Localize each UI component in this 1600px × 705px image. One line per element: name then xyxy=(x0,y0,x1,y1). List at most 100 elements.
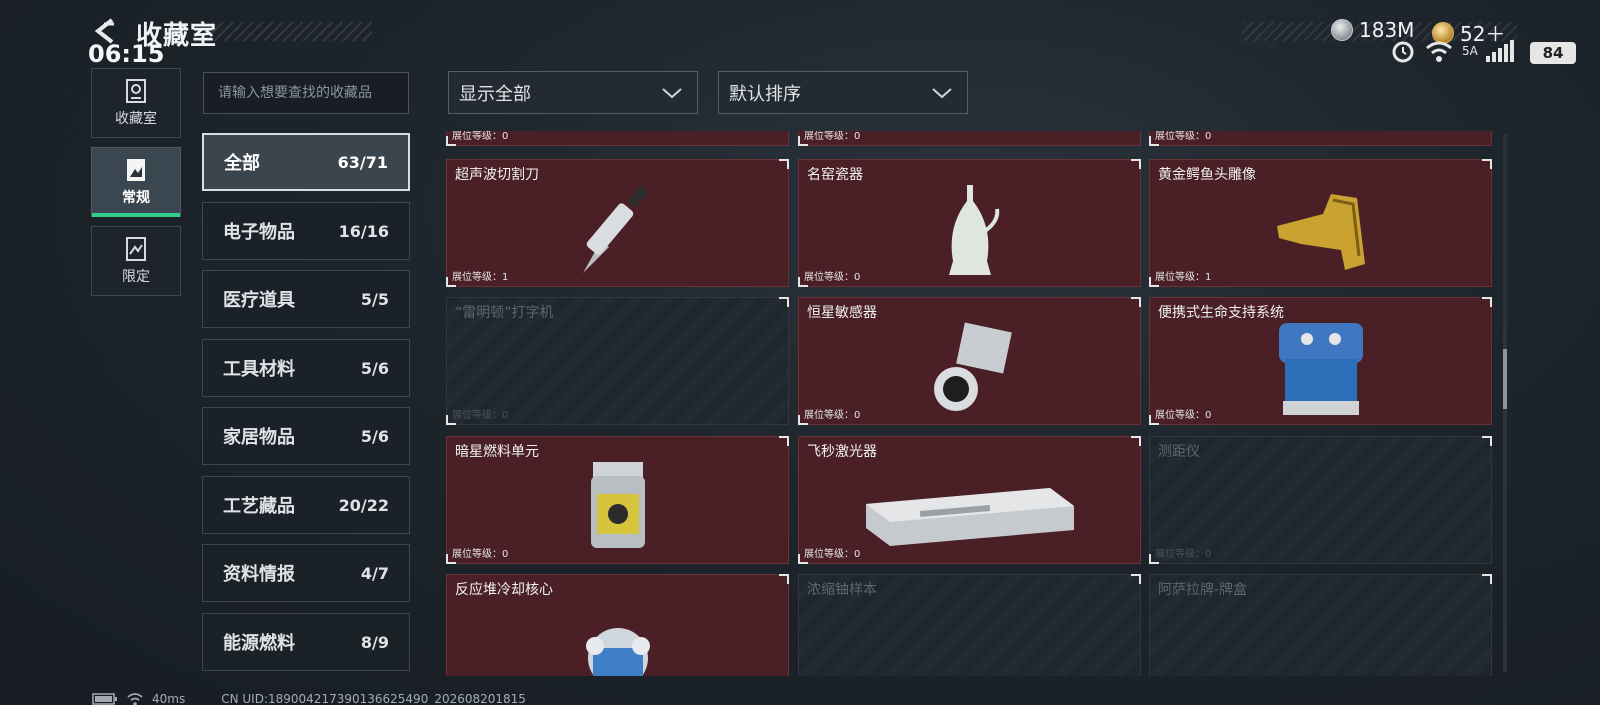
category-name: 资料情报 xyxy=(223,564,295,585)
category-name: 全部 xyxy=(224,153,260,174)
ping-value: 40ms xyxy=(152,692,186,705)
category-count: 20/22 xyxy=(338,495,389,515)
category-count: 8/9 xyxy=(360,632,389,652)
booth-level: 展位等级：0 xyxy=(1155,410,1212,421)
rail-label: 常规 xyxy=(122,190,150,206)
porcelain-vase-icon xyxy=(948,184,999,275)
normal-collection-icon xyxy=(127,159,145,181)
item-name: 名窑瓷器 xyxy=(807,167,863,183)
item-name: 便携式生命支持系统 xyxy=(1158,305,1284,321)
rail-normal[interactable]: 常规 xyxy=(91,147,181,217)
wifi-icon xyxy=(1426,41,1452,62)
ultrasonic-knife-icon xyxy=(582,185,648,273)
item-name: 飞秒激光器 xyxy=(807,444,877,460)
booth-level: 展位等级：0 xyxy=(1155,131,1212,142)
booth-level: 展位等级：0 xyxy=(452,131,509,142)
silver-coin-icon xyxy=(1331,19,1353,41)
collection-card[interactable]: 阿萨拉牌-牌盒 xyxy=(1149,574,1492,676)
collection-grid: 展位等级：0 展位等级：0 展位等级：0 超声波切割刀 展位等级：1 名窑瓷器 … xyxy=(446,131,1494,676)
booth-level: 展位等级：1 xyxy=(1155,272,1212,283)
category-household[interactable]: 家居物品 5/6 xyxy=(202,407,410,465)
category-name: 工具材料 xyxy=(223,359,295,380)
golden-crocodile-statue-icon xyxy=(1276,193,1365,270)
category-name: 工艺藏品 xyxy=(223,496,295,517)
booth-level: 展位等级：0 xyxy=(804,410,861,421)
collection-card[interactable]: 展位等级：0 xyxy=(798,131,1141,146)
item-name: 浓缩铀样本 xyxy=(807,582,877,598)
item-name: 恒星敏感器 xyxy=(807,305,877,321)
rail-collection-room[interactable]: 收藏室 xyxy=(91,68,181,138)
system-status: 5A xyxy=(1390,38,1514,64)
category-count: 16/16 xyxy=(338,221,389,241)
alarm-icon xyxy=(1392,41,1414,63)
collection-card[interactable]: 反应堆冷却核心 xyxy=(446,574,789,676)
battery-indicator: 84 xyxy=(1530,42,1576,64)
category-tools[interactable]: 工具材料 5/6 xyxy=(202,339,410,397)
collection-card[interactable]: 展位等级：0 xyxy=(1149,131,1492,146)
femtosecond-laser-icon xyxy=(865,487,1074,546)
category-name: 家居物品 xyxy=(223,427,295,448)
show-filter-dropdown[interactable]: 显示全部 xyxy=(448,71,698,114)
booth-level: 展位等级：0 xyxy=(452,410,509,421)
battery-icon xyxy=(92,693,117,705)
collection-card[interactable]: 黄金鳄鱼头雕像 展位等级：1 xyxy=(1149,159,1492,287)
category-name: 电子物品 xyxy=(223,222,295,243)
item-name: 阿萨拉牌-牌盒 xyxy=(1158,582,1248,598)
limited-collection-icon xyxy=(126,237,146,261)
collection-room-icon xyxy=(126,79,146,103)
footer-status: 40ms CN UID:189004217390136625490_202608… xyxy=(92,692,526,705)
category-count: 5/5 xyxy=(360,289,389,309)
booth-level: 展位等级：1 xyxy=(452,272,509,283)
collection-card[interactable]: “雷明顿”打字机 展位等级：0 xyxy=(446,297,789,425)
wifi-icon xyxy=(127,693,143,705)
category-count: 63/71 xyxy=(337,152,388,172)
booth-level: 展位等级：0 xyxy=(804,272,861,283)
item-name: 超声波切割刀 xyxy=(455,167,539,183)
dropdown-value: 显示全部 xyxy=(459,83,531,105)
system-clock: 06:15 xyxy=(88,40,165,68)
category-all[interactable]: 全部 63/71 xyxy=(202,133,410,191)
collection-card[interactable]: 浓缩铀样本 xyxy=(798,574,1141,676)
category-name: 能源燃料 xyxy=(223,633,295,654)
category-crafts[interactable]: 工艺藏品 20/22 xyxy=(202,476,410,534)
rail-label: 限定 xyxy=(122,269,150,285)
collection-card[interactable]: 恒星敏感器 展位等级：0 xyxy=(798,297,1141,425)
item-name: 反应堆冷却核心 xyxy=(455,582,553,598)
dropdown-value: 默认排序 xyxy=(729,83,801,105)
booth-level: 展位等级：0 xyxy=(452,549,509,560)
booth-level: 展位等级：0 xyxy=(804,131,861,142)
category-medical[interactable]: 医疗道具 5/5 xyxy=(202,270,410,328)
collection-card[interactable]: 飞秒激光器 展位等级：0 xyxy=(798,436,1141,564)
grid-scrollbar[interactable] xyxy=(1503,134,1507,672)
title-decoration xyxy=(212,22,372,41)
rail-limited[interactable]: 限定 xyxy=(91,226,181,296)
sort-dropdown[interactable]: 默认排序 xyxy=(718,71,968,114)
life-support-system-icon xyxy=(1278,322,1363,415)
item-name: 黄金鳄鱼头雕像 xyxy=(1158,167,1256,183)
star-sensor-icon xyxy=(933,322,1012,411)
collection-card[interactable]: 超声波切割刀 展位等级：1 xyxy=(446,159,789,287)
fuel-cell-icon xyxy=(590,461,645,548)
category-count: 4/7 xyxy=(360,563,389,583)
active-indicator xyxy=(92,213,180,217)
item-name: 暗星燃料单元 xyxy=(455,444,539,460)
collection-card[interactable]: 便携式生命支持系统 展位等级：0 xyxy=(1149,297,1492,425)
collection-card[interactable]: 测距仪 展位等级：0 xyxy=(1149,436,1492,564)
category-fuel[interactable]: 能源燃料 8/9 xyxy=(202,613,410,671)
scrollbar-thumb[interactable] xyxy=(1503,349,1507,409)
category-count: 5/6 xyxy=(360,358,389,378)
signal-icon xyxy=(1485,40,1514,62)
collection-card[interactable]: 暗星燃料单元 展位等级：0 xyxy=(446,436,789,564)
category-count: 5/6 xyxy=(360,426,389,446)
category-electronics[interactable]: 电子物品 16/16 xyxy=(202,202,410,260)
category-intel[interactable]: 资料情报 4/7 xyxy=(202,544,410,602)
user-uid: CN UID:189004217390136625490_20260820181… xyxy=(221,692,526,705)
collection-card[interactable]: 展位等级：0 xyxy=(446,131,789,146)
item-name: 测距仪 xyxy=(1158,444,1200,460)
booth-level: 展位等级：0 xyxy=(804,549,861,560)
category-name: 医疗道具 xyxy=(223,290,295,311)
search-input[interactable] xyxy=(203,72,409,114)
network-speed: 5A xyxy=(1462,44,1478,58)
chevron-down-icon xyxy=(932,87,952,98)
collection-card[interactable]: 名窑瓷器 展位等级：0 xyxy=(798,159,1141,287)
